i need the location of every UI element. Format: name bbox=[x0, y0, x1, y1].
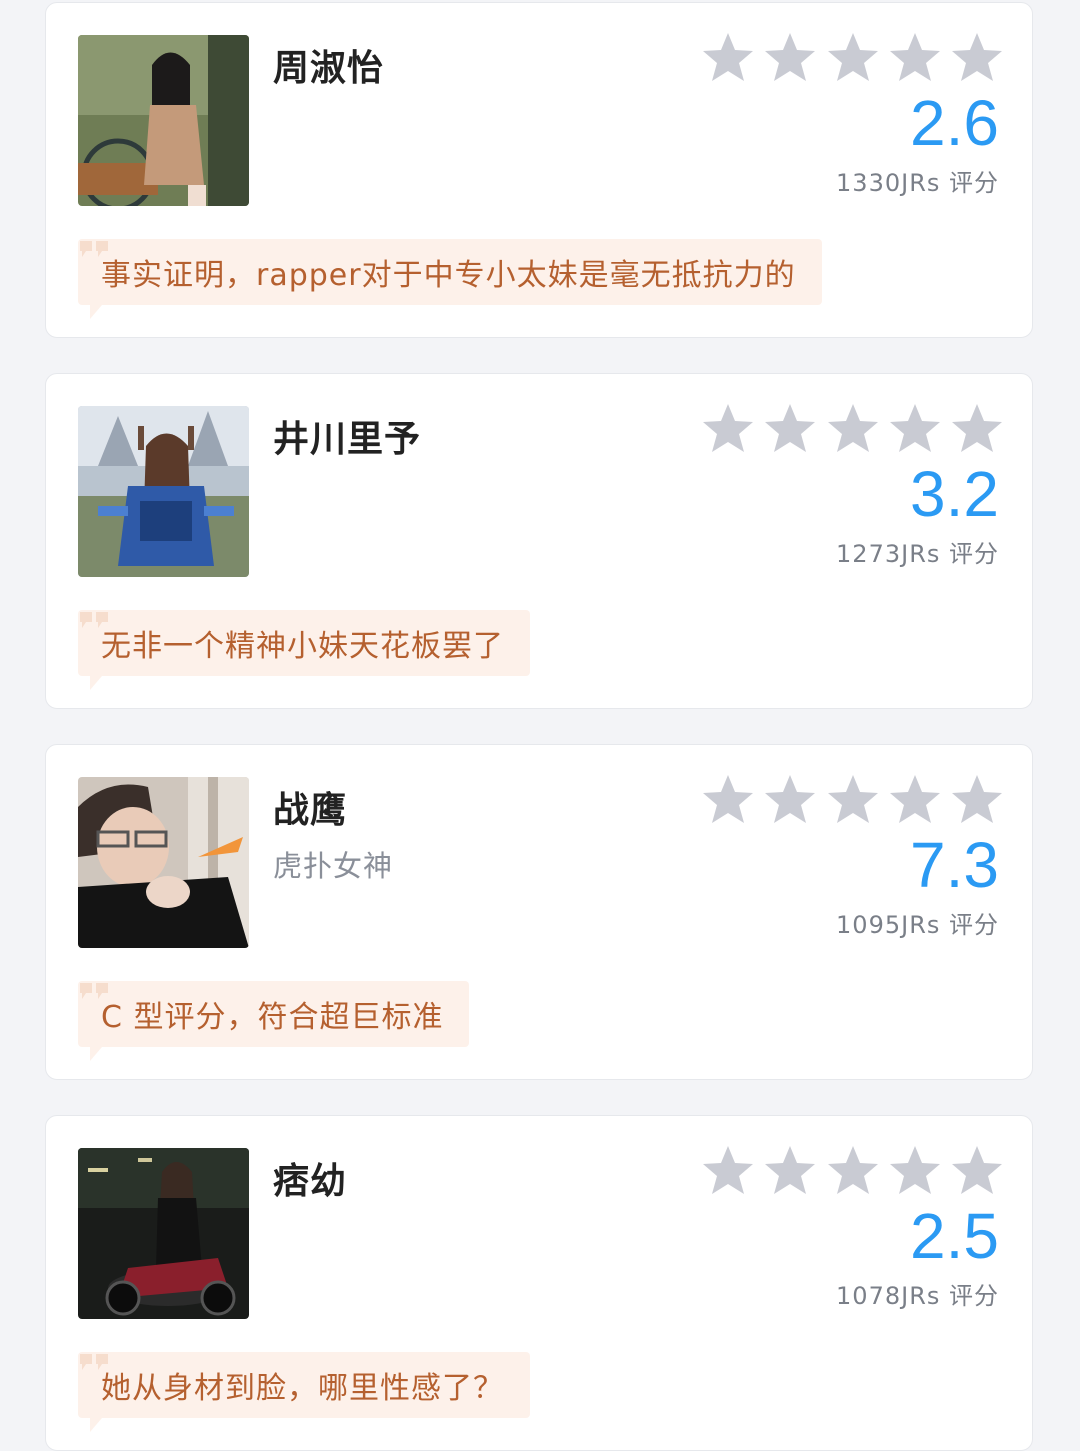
star-icon[interactable] bbox=[887, 30, 943, 86]
avatar-photo bbox=[78, 406, 249, 577]
comment-text: 无非一个精神小妹天花板罢了 bbox=[101, 629, 504, 664]
rating-card[interactable]: 周淑怡 2.6 1330JRs 评分 事实证明，rapper对于中专小太妹是毫无… bbox=[45, 2, 1033, 338]
rating-list: 周淑怡 2.6 1330JRs 评分 事实证明，rapper对于中专小太妹是毫无… bbox=[0, 0, 1080, 1451]
bubble-tail bbox=[90, 1047, 102, 1061]
score-value: 3.2 bbox=[910, 458, 999, 530]
score-value: 2.6 bbox=[910, 87, 999, 159]
top-comment[interactable]: 无非一个精神小妹天花板罢了 bbox=[78, 608, 530, 690]
quote-icon bbox=[78, 1350, 112, 1372]
vote-count: 1273JRs 评分 bbox=[836, 540, 999, 568]
bubble-tail bbox=[90, 676, 102, 690]
avatar-photo bbox=[78, 777, 249, 948]
rating-card[interactable]: 痞幼 2.5 1078JRs 评分 她从身材到脸，哪里性感了？ bbox=[45, 1115, 1033, 1451]
star-icon[interactable] bbox=[762, 772, 818, 828]
vote-count: 1078JRs 评分 bbox=[836, 1282, 999, 1310]
quote-icon bbox=[78, 237, 112, 259]
avatar[interactable] bbox=[78, 35, 249, 206]
star-icon[interactable] bbox=[762, 401, 818, 457]
star-icon[interactable] bbox=[825, 401, 881, 457]
star-icon[interactable] bbox=[825, 30, 881, 86]
star-rating[interactable] bbox=[700, 401, 1005, 457]
score-value: 2.5 bbox=[910, 1200, 999, 1272]
star-icon[interactable] bbox=[825, 1143, 881, 1199]
bubble-tail bbox=[90, 1418, 102, 1432]
top-comment[interactable]: 她从身材到脸，哪里性感了？ bbox=[78, 1350, 530, 1432]
star-icon[interactable] bbox=[762, 30, 818, 86]
star-icon[interactable] bbox=[700, 401, 756, 457]
star-icon[interactable] bbox=[825, 772, 881, 828]
score-value: 7.3 bbox=[910, 829, 999, 901]
avatar[interactable] bbox=[78, 777, 249, 948]
player-name: 战鹰 bbox=[273, 790, 348, 831]
quote-icon bbox=[78, 608, 112, 630]
star-icon[interactable] bbox=[887, 1143, 943, 1199]
star-icon[interactable] bbox=[887, 772, 943, 828]
rating-card[interactable]: 井川里予 3.2 1273JRs 评分 无非一个精神小妹天花板罢了 bbox=[45, 373, 1033, 709]
star-rating[interactable] bbox=[700, 772, 1005, 828]
bubble-tail bbox=[90, 305, 102, 319]
star-icon[interactable] bbox=[949, 772, 1005, 828]
rating-card[interactable]: 战鹰 虎扑女神 7.3 1095JRs 评分 C 型评分，符合超巨标准 bbox=[45, 744, 1033, 1080]
top-comment[interactable]: 事实证明，rapper对于中专小太妹是毫无抵抗力的 bbox=[78, 237, 822, 319]
star-icon[interactable] bbox=[949, 401, 1005, 457]
player-name: 周淑怡 bbox=[273, 48, 385, 89]
avatar-photo bbox=[78, 35, 249, 206]
comment-text: 事实证明，rapper对于中专小太妹是毫无抵抗力的 bbox=[101, 258, 796, 293]
comment-text: C 型评分，符合超巨标准 bbox=[101, 1000, 444, 1035]
comment-text: 她从身材到脸，哪里性感了？ bbox=[101, 1371, 504, 1406]
star-icon[interactable] bbox=[700, 30, 756, 86]
star-icon[interactable] bbox=[700, 1143, 756, 1199]
player-name: 井川里予 bbox=[273, 419, 422, 460]
quote-icon bbox=[78, 979, 112, 1001]
avatar[interactable] bbox=[78, 406, 249, 577]
avatar-photo bbox=[78, 1148, 249, 1319]
avatar[interactable] bbox=[78, 1148, 249, 1319]
star-icon[interactable] bbox=[762, 1143, 818, 1199]
star-icon[interactable] bbox=[949, 30, 1005, 86]
player-title: 虎扑女神 bbox=[273, 849, 394, 883]
player-name: 痞幼 bbox=[273, 1161, 348, 1202]
vote-count: 1095JRs 评分 bbox=[836, 911, 999, 939]
star-rating[interactable] bbox=[700, 30, 1005, 86]
star-icon[interactable] bbox=[887, 401, 943, 457]
top-comment[interactable]: C 型评分，符合超巨标准 bbox=[78, 979, 470, 1061]
star-rating[interactable] bbox=[700, 1143, 1005, 1199]
vote-count: 1330JRs 评分 bbox=[836, 169, 999, 197]
star-icon[interactable] bbox=[949, 1143, 1005, 1199]
star-icon[interactable] bbox=[700, 772, 756, 828]
